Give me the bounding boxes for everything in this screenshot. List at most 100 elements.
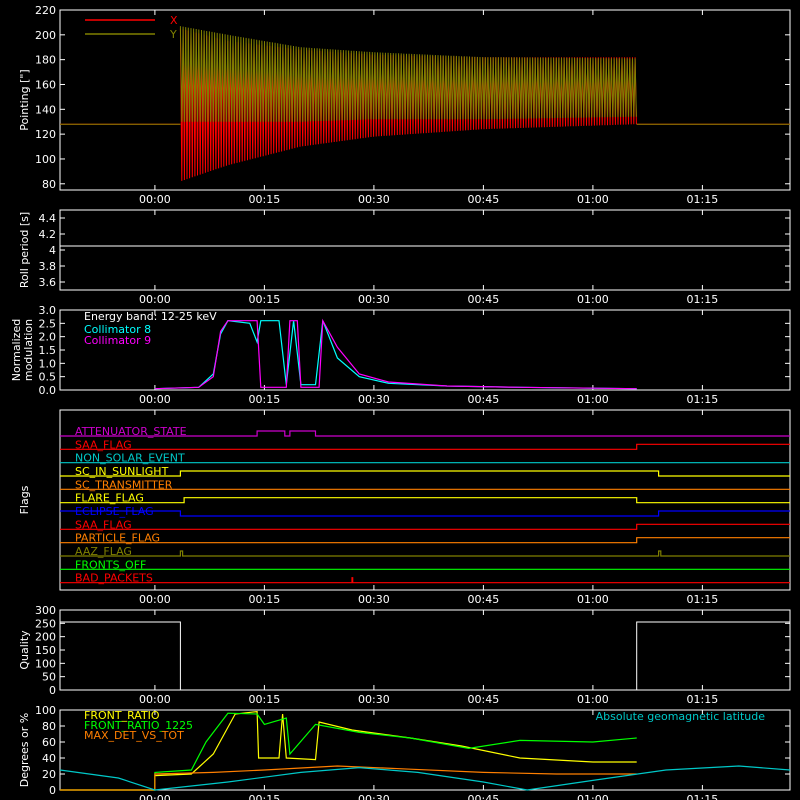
x-tick-label: 01:15 xyxy=(687,393,719,406)
legend-label: Y xyxy=(169,28,177,41)
y-tick-label: 50 xyxy=(42,671,56,684)
annotation-label: Absolute geomagnetic latitude xyxy=(596,710,766,723)
x-tick-label: 00:15 xyxy=(249,293,281,306)
x-tick-label: 00:00 xyxy=(139,193,171,206)
y-axis-label: modulation xyxy=(22,319,35,381)
y-tick-label: 140 xyxy=(35,103,56,116)
x-tick-label: 00:00 xyxy=(139,593,171,606)
x-tick-label: 00:30 xyxy=(358,193,390,206)
flag-line xyxy=(60,537,790,544)
y-tick-label: 40 xyxy=(42,752,56,765)
flag-label: SAA_FLAG xyxy=(75,518,132,531)
flag-line xyxy=(60,523,790,530)
y-tick-label: 60 xyxy=(42,736,56,749)
multi-panel-chart: 00:00 00:15 00:30 00:45 01:00 01:15 Pointing [… xyxy=(0,0,800,800)
flag-label: FLARE_FLAG xyxy=(75,492,144,505)
y-tick-label: 120 xyxy=(35,128,56,141)
flag-label: PARTICLE_FLAG xyxy=(75,532,160,545)
x-tick-label: 00:45 xyxy=(468,293,500,306)
x-tick-label: 01:00 xyxy=(577,393,609,406)
series-line xyxy=(154,320,637,390)
flag-line xyxy=(60,550,790,557)
x-tick-label: 00:00 xyxy=(139,393,171,406)
panel-pointing: 00:00 00:15 00:30 00:45 01:00 01:15 Pointing [… xyxy=(18,4,791,206)
chart-panels: 00:00 00:15 00:30 00:45 01:00 01:15 Pointing [… xyxy=(10,4,791,800)
y-axis-label: Pointing ["] xyxy=(18,69,31,130)
flag-line xyxy=(60,443,790,450)
x-tick-label: 00:30 xyxy=(358,693,390,706)
y-tick-label: 220 xyxy=(35,4,56,17)
y-tick-label: 3.0 xyxy=(39,304,57,317)
flag-line xyxy=(60,510,790,517)
y-tick-label: 0 xyxy=(49,684,56,697)
x-tick-label: 00:00 xyxy=(139,793,171,800)
flag-label: BAD_PACKETS xyxy=(75,572,153,585)
flag-label: ECLIPSE_FLAG xyxy=(75,505,154,518)
flag-line xyxy=(60,470,790,477)
y-tick-label: 2.0 xyxy=(39,331,57,344)
series-line xyxy=(154,318,637,390)
y-tick-label: 1.5 xyxy=(39,344,57,357)
y-tick-label: 3.8 xyxy=(39,260,57,273)
series-x xyxy=(60,28,790,181)
x-tick-label: 00:15 xyxy=(249,593,281,606)
y-axis-label: Roll period [s] xyxy=(18,212,31,288)
y-axis-label: Degrees or % xyxy=(18,713,31,787)
y-tick-label: 0.5 xyxy=(39,371,57,384)
y-axis-label: Flags xyxy=(18,485,31,514)
x-tick-label: 00:45 xyxy=(468,393,500,406)
flag-label: ATTENUATOR_STATE xyxy=(75,425,187,438)
y-tick-label: 300 xyxy=(35,604,56,617)
y-tick-label: 0.0 xyxy=(39,384,57,397)
x-tick-label: 01:15 xyxy=(687,593,719,606)
legend-label: MAX_DET_VS_TOT xyxy=(84,729,184,742)
y-tick-label: 250 xyxy=(35,617,56,630)
y-tick-label: 180 xyxy=(35,54,56,67)
x-tick-label: 00:15 xyxy=(249,193,281,206)
flag-label: NON_SOLAR_EVENT xyxy=(75,452,185,465)
y-tick-label: 160 xyxy=(35,78,56,91)
y-tick-label: 4 xyxy=(49,244,56,257)
x-tick-label: 00:00 xyxy=(139,693,171,706)
x-tick-label: 01:15 xyxy=(687,293,719,306)
x-tick-label: 00:45 xyxy=(468,793,500,800)
x-tick-label: 00:45 xyxy=(468,693,500,706)
y-tick-label: 200 xyxy=(35,631,56,644)
panel-ratios: 00:00 00:15 00:30 00:45 01:00 01:15 Degrees or… xyxy=(18,704,791,800)
y-tick-label: 100 xyxy=(35,153,56,166)
panel-modulation: 00:00 00:15 00:30 00:45 01:00 01:15Normalized… xyxy=(10,304,791,406)
y-tick-label: 1.0 xyxy=(39,357,57,370)
y-tick-label: 0 xyxy=(49,784,56,797)
y-tick-label: 3.6 xyxy=(39,276,57,289)
flag-label: SAA_FLAG xyxy=(75,438,132,451)
x-tick-label: 00:45 xyxy=(468,193,500,206)
y-tick-label: 4.4 xyxy=(39,212,57,225)
flag-label: AAZ_FLAG xyxy=(75,545,132,558)
y-tick-label: 100 xyxy=(35,657,56,670)
series-line xyxy=(60,621,790,691)
y-tick-label: 80 xyxy=(42,720,56,733)
x-tick-label: 01:15 xyxy=(687,793,719,800)
x-tick-label: 00:30 xyxy=(358,793,390,800)
y-tick-label: 20 xyxy=(42,768,56,781)
x-tick-label: 00:30 xyxy=(358,393,390,406)
panel-flags: 00:00 00:15 00:30 00:45 01:00 01:15 Flags ATTEN… xyxy=(18,409,791,606)
legend-title: Energy band: 12-25 keV xyxy=(84,310,217,323)
x-tick-label: 00:00 xyxy=(139,293,171,306)
x-tick-label: 01:15 xyxy=(687,693,719,706)
y-tick-label: 150 xyxy=(35,644,56,657)
x-tick-label: 00:15 xyxy=(249,693,281,706)
x-tick-label: 01:15 xyxy=(687,193,719,206)
x-tick-label: 01:00 xyxy=(577,793,609,800)
panel-frame xyxy=(59,209,791,291)
legend-label: X xyxy=(170,14,178,27)
x-tick-label: 01:00 xyxy=(577,693,609,706)
legend-label: Collimator 9 xyxy=(84,334,151,347)
panel-roll: 00:00 00:15 00:30 00:45 01:00 01:15 Roll perio… xyxy=(18,209,791,306)
y-axis-label: Quality xyxy=(18,630,31,670)
x-tick-label: 00:15 xyxy=(249,793,281,800)
flag-line xyxy=(60,497,790,504)
x-tick-label: 01:00 xyxy=(577,293,609,306)
y-tick-label: 80 xyxy=(42,178,56,191)
x-tick-label: 00:30 xyxy=(358,593,390,606)
